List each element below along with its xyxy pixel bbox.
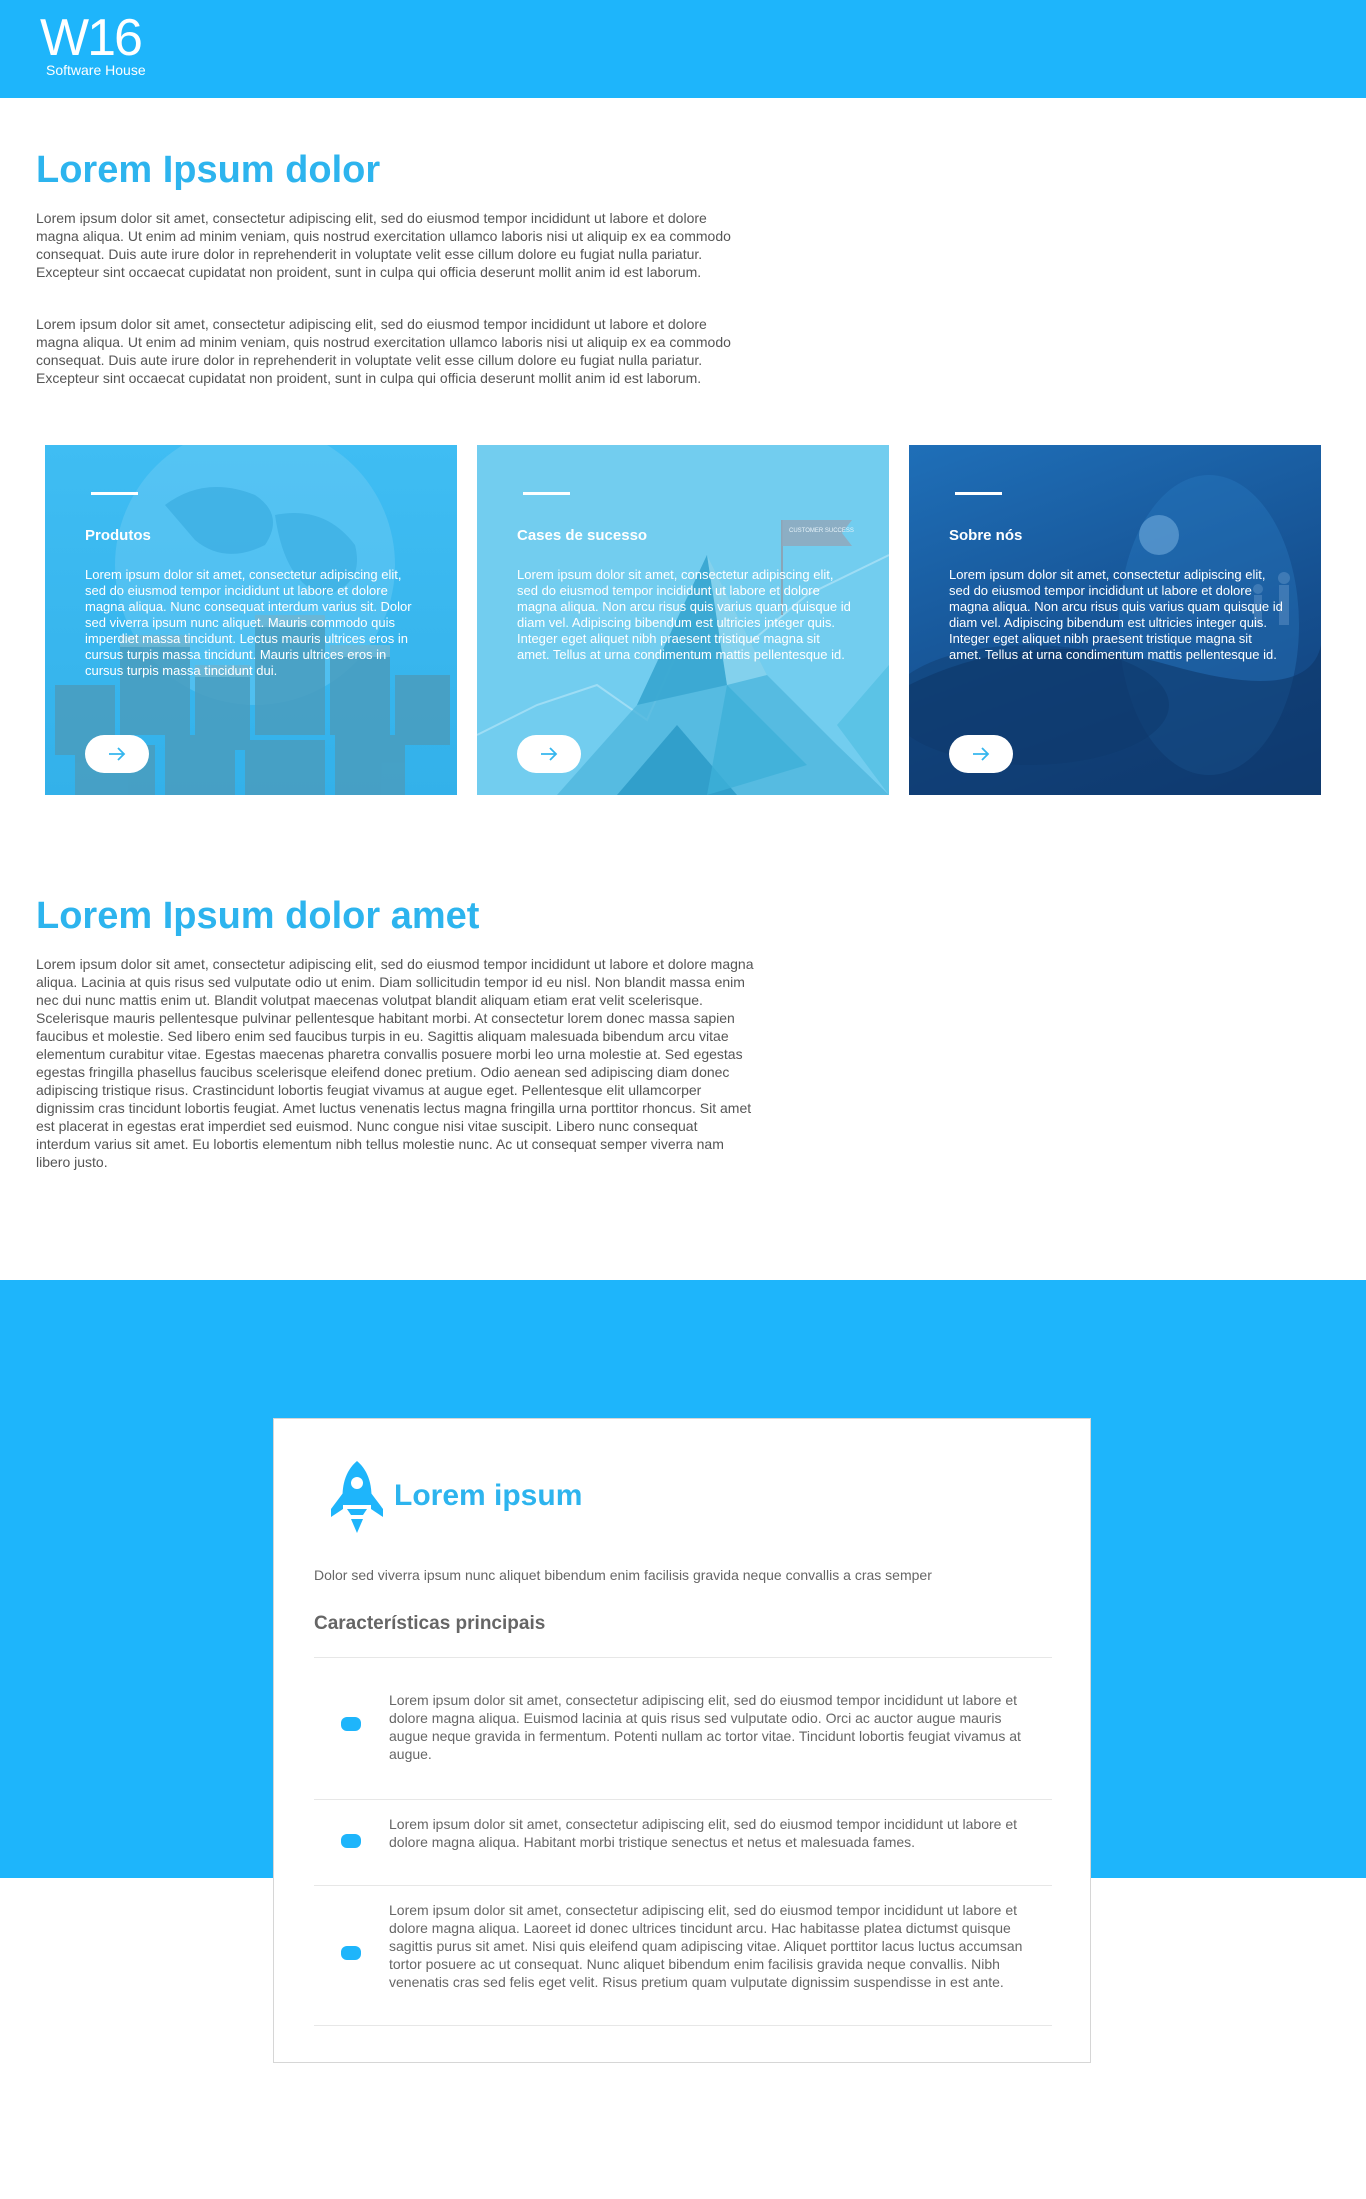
logo-mark: W16	[40, 9, 143, 67]
arrow-right-icon	[973, 747, 990, 761]
card-sobre-nos: Sobre nós Lorem ipsum dolor sit amet, co…	[909, 445, 1321, 795]
logo-subtitle: Software House	[46, 62, 146, 78]
feature-item: Lorem ipsum dolor sit amet, consectetur …	[389, 1816, 1017, 1850]
intro-paragraph-1: Lorem ipsum dolor sit amet, consectetur …	[36, 210, 731, 280]
card-arrow-button[interactable]	[517, 735, 581, 773]
arrow-right-icon	[541, 747, 558, 761]
arrow-right-icon	[109, 747, 126, 761]
feature-item: Lorem ipsum dolor sit amet, consectetur …	[389, 1902, 1023, 1990]
divider	[314, 1799, 1052, 1800]
card-arrow-button[interactable]	[949, 735, 1013, 773]
section2-paragraph: Lorem ipsum dolor sit amet, consectetur …	[36, 956, 754, 1170]
card-text: Lorem ipsum dolor sit amet, consectetur …	[85, 567, 412, 678]
divider	[314, 2025, 1052, 2026]
divider	[314, 1885, 1052, 1886]
feature-bullet	[341, 1717, 361, 1731]
card-arrow-button[interactable]	[85, 735, 149, 773]
panel-title: Lorem ipsum	[394, 1479, 583, 1512]
section2-title: Lorem Ipsum dolor amet	[36, 895, 480, 937]
site-header: W16 Software House	[0, 0, 1366, 98]
card-produtos: Produtos Lorem ipsum dolor sit amet, con…	[45, 445, 457, 795]
features-panel: Lorem ipsum Dolor sed viverra ipsum nunc…	[273, 1418, 1091, 2063]
card-accent-bar	[523, 492, 570, 495]
card-accent-bar	[91, 492, 138, 495]
divider	[314, 1657, 1052, 1658]
card-text: Lorem ipsum dolor sit amet, consectetur …	[517, 567, 851, 662]
logo[interactable]: W16 Software House	[40, 12, 146, 78]
card-accent-bar	[955, 492, 1002, 495]
feature-bullet	[341, 1946, 361, 1960]
panel-subtitle: Dolor sed viverra ipsum nunc aliquet bib…	[314, 1567, 932, 1583]
flag-label: CUSTOMER SUCCESS	[789, 528, 854, 534]
card-cases-de-sucesso: CUSTOMER SUCCESS Cases de sucesso Lorem …	[477, 445, 889, 795]
feature-bullet	[341, 1834, 361, 1848]
features-heading: Características principais	[314, 1613, 546, 1634]
card-title: Produtos	[85, 527, 151, 544]
card-text: Lorem ipsum dolor sit amet, consectetur …	[949, 567, 1283, 662]
card-title: Cases de sucesso	[517, 527, 648, 544]
card-title: Sobre nós	[949, 527, 1023, 544]
feature-item: Lorem ipsum dolor sit amet, consectetur …	[389, 1692, 1021, 1762]
intro-paragraph-2: Lorem ipsum dolor sit amet, consectetur …	[36, 316, 731, 386]
rocket-icon	[331, 1461, 383, 1533]
intro-title: Lorem Ipsum dolor	[36, 149, 381, 191]
